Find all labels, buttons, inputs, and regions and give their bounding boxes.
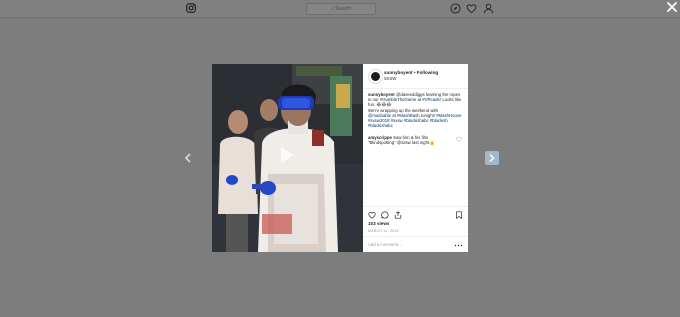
bookmark-icon[interactable] [455, 211, 463, 219]
search-placeholder: Search [335, 6, 352, 12]
chevron-right-icon [489, 154, 495, 162]
share-icon[interactable] [394, 211, 402, 219]
add-comment-bar: Add a comment… [363, 236, 468, 253]
add-comment-input[interactable]: Add a comment… [368, 242, 402, 247]
more-icon[interactable] [454, 244, 463, 247]
post-details-panel: sunnyboyent • Following SXSW sunnyboyent… [363, 64, 468, 252]
location-link[interactable]: SXSW [384, 76, 396, 81]
heart-icon[interactable] [368, 211, 376, 219]
comment-item: amyscrippe Saw him & his film "Blindspot… [368, 135, 454, 145]
following-button[interactable]: Following [417, 70, 438, 75]
hashtag-link[interactable]: #VRcade [422, 97, 440, 102]
view-count[interactable]: 103 views [368, 221, 389, 226]
user-icon[interactable] [483, 3, 494, 14]
search-icon: ⌕ [330, 6, 334, 12]
post-caption: sunnyboyent @daveeddiggs learning the ro… [368, 92, 462, 129]
comment-like-icon[interactable] [456, 136, 462, 142]
post-modal: sunnyboyent • Following SXSW sunnyboyent… [212, 64, 468, 252]
next-button[interactable] [485, 151, 499, 165]
search-input[interactable]: ⌕ Search [306, 3, 376, 15]
post-header: sunnyboyent • Following SXSW [363, 64, 468, 89]
username-link[interactable]: sunnyboyent [384, 70, 413, 75]
chevron-left-icon[interactable] [183, 151, 193, 165]
action-bar [363, 206, 468, 219]
comment-icon[interactable] [381, 211, 389, 219]
play-icon[interactable] [274, 143, 298, 167]
instagram-icon[interactable] [186, 3, 196, 13]
top-navigation-bar: ⌕ Search [0, 0, 680, 18]
post-video[interactable] [212, 64, 363, 252]
post-author: sunnyboyent • Following [384, 70, 439, 75]
post-date: MARCH 11, 2018 [368, 229, 399, 233]
compass-icon[interactable] [450, 3, 461, 14]
avatar[interactable] [368, 69, 383, 84]
heart-icon[interactable] [466, 3, 477, 14]
close-icon[interactable] [666, 1, 678, 13]
